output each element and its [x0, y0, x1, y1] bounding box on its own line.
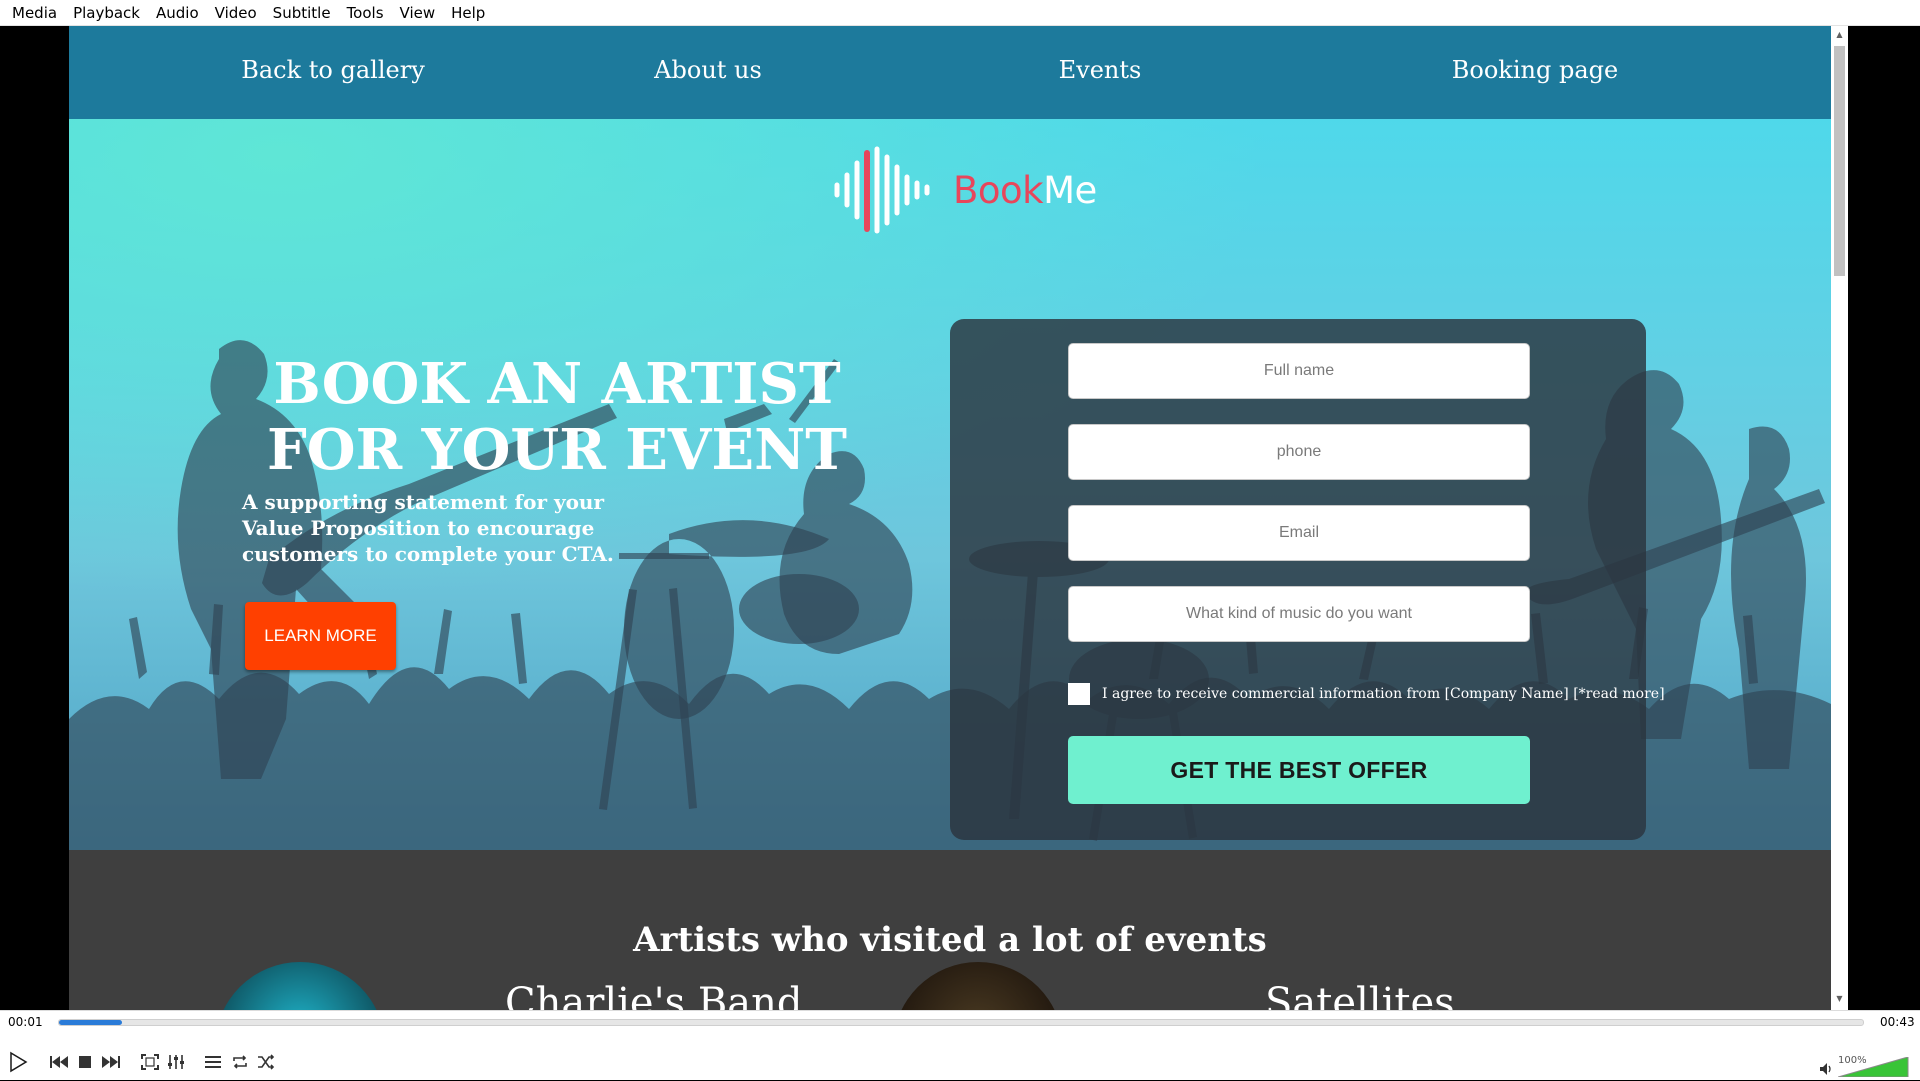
vertical-scrollbar[interactable]: ▲ ▼ [1831, 26, 1848, 1010]
next-button[interactable] [99, 1050, 123, 1074]
volume-slider[interactable] [1837, 1056, 1910, 1081]
stop-icon [79, 1056, 91, 1068]
play-icon [10, 1051, 28, 1073]
menu-tools[interactable]: Tools [339, 0, 392, 26]
menu-media[interactable]: Media [4, 0, 65, 26]
equalizer-icon [168, 1055, 184, 1069]
playlist-icon [205, 1056, 221, 1068]
site-nav: Back to gallery About us Events Booking … [69, 26, 1831, 119]
play-button[interactable] [6, 1050, 30, 1074]
menu-view[interactable]: View [392, 0, 444, 26]
seek-bar[interactable] [58, 1019, 1864, 1026]
web-page: Back to gallery About us Events Booking … [69, 26, 1831, 1010]
hero-supporting-text: A supporting statement for your Value Pr… [242, 490, 614, 566]
headline-line-2: FOR YOUR EVENT [267, 417, 847, 483]
scroll-up-arrow-icon[interactable]: ▲ [1831, 28, 1848, 42]
elapsed-time: 00:01 [8, 1015, 43, 1029]
speaker-icon[interactable] [1818, 1061, 1834, 1081]
previous-button[interactable] [47, 1050, 71, 1074]
fullscreen-icon [141, 1054, 159, 1070]
artist-name-satellites[interactable]: Satellites [1265, 980, 1455, 1010]
stop-button[interactable] [73, 1050, 97, 1074]
loop-icon [233, 1055, 247, 1069]
shuffle-button[interactable] [254, 1050, 278, 1074]
vertical-scroll-thumb[interactable] [1834, 46, 1845, 276]
playlist-button[interactable] [201, 1050, 225, 1074]
nav-about-us[interactable]: About us [654, 26, 762, 114]
artists-section: Artists who visited a lot of events Char… [69, 850, 1831, 1010]
artist-photo-satellites[interactable] [893, 962, 1063, 1010]
extended-settings-button[interactable] [164, 1050, 188, 1074]
consent-checkbox[interactable] [1068, 683, 1090, 705]
phone-field[interactable]: phone [1068, 424, 1530, 480]
artist-name-charlies-band[interactable]: Charlie's Band [505, 980, 802, 1010]
hero-section: BookMe BOOK AN ARTIST FOR YOUR EVENT A s… [69, 119, 1831, 850]
menu-video[interactable]: Video [207, 0, 265, 26]
loop-button[interactable] [228, 1050, 252, 1074]
headline-line-1: BOOK AN ARTIST [273, 351, 841, 417]
nav-events[interactable]: Events [1059, 26, 1142, 114]
menu-playback[interactable]: Playback [65, 0, 148, 26]
total-time: 00:43 [1880, 1015, 1915, 1029]
consent-row: I agree to receive commercial informatio… [1068, 683, 1665, 705]
shuffle-icon [258, 1054, 275, 1070]
player-controls: 00:01 00:43 100% [0, 1010, 1920, 1080]
menu-help[interactable]: Help [443, 0, 493, 26]
bookme-logo: BookMe [829, 145, 1097, 235]
menu-bar: Media Playback Audio Video Subtitle Tool… [0, 0, 1920, 26]
learn-more-button[interactable]: LEARN MORE [245, 602, 396, 670]
menu-subtitle[interactable]: Subtitle [265, 0, 339, 26]
previous-icon [50, 1056, 68, 1068]
email-field[interactable]: Email [1068, 505, 1530, 561]
seek-bar-progress [59, 1020, 123, 1025]
artist-photo-charlies-band[interactable] [215, 962, 385, 1010]
consent-label: I agree to receive commercial informatio… [1102, 686, 1665, 702]
scroll-down-arrow-icon[interactable]: ▼ [1831, 992, 1848, 1006]
menu-audio[interactable]: Audio [148, 0, 207, 26]
hero-headline: BOOK AN ARTIST FOR YOUR EVENT [247, 351, 867, 483]
music-type-field[interactable]: What kind of music do you want [1068, 586, 1530, 642]
get-best-offer-button[interactable]: GET THE BEST OFFER [1068, 736, 1530, 804]
full-name-field[interactable]: Full name [1068, 343, 1530, 399]
artists-section-title: Artists who visited a lot of events [633, 920, 1267, 960]
nav-back-to-gallery[interactable]: Back to gallery [241, 26, 425, 114]
logo-text: BookMe [953, 168, 1097, 212]
video-area[interactable]: Back to gallery About us Events Booking … [0, 26, 1920, 1010]
soundwave-icon [834, 146, 930, 234]
next-icon [102, 1056, 120, 1068]
fullscreen-button[interactable] [138, 1050, 162, 1074]
nav-booking-page[interactable]: Booking page [1452, 26, 1618, 114]
booking-form: Full name phone Email What kind of music… [950, 319, 1665, 840]
